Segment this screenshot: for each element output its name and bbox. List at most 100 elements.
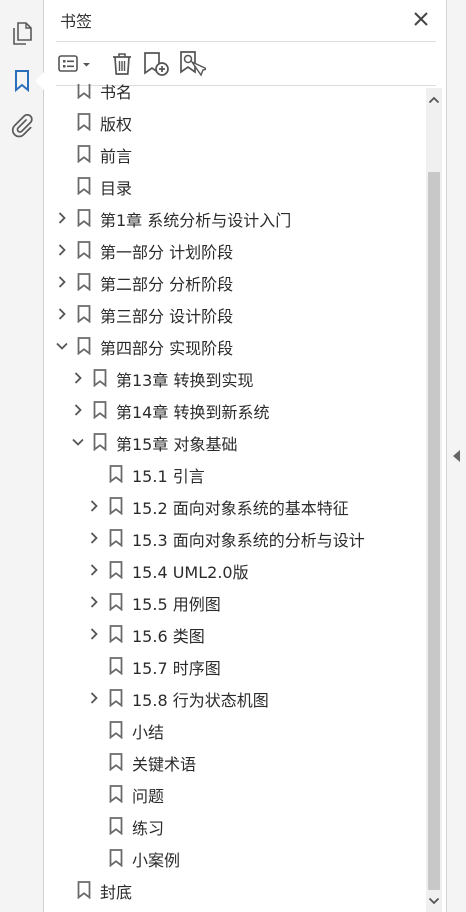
- chevron-right-icon[interactable]: [56, 308, 68, 320]
- bookmark-icon: [109, 497, 123, 515]
- bookmark-label: 关键术语: [132, 755, 197, 774]
- pages-panel-button[interactable]: [7, 19, 37, 49]
- bookmark-label: 第四部分 实现阶段: [100, 339, 234, 358]
- chevron-right-icon[interactable]: [88, 692, 100, 704]
- bookmark-icon: [109, 849, 123, 867]
- options-menu-button[interactable]: [58, 49, 96, 79]
- scrollbar-thumb[interactable]: [428, 172, 440, 890]
- bookmark-item[interactable]: 第1章 系统分析与设计入门: [44, 202, 424, 234]
- bookmark-icon: [109, 625, 123, 643]
- chevron-right-icon[interactable]: [56, 244, 68, 256]
- bookmark-item[interactable]: 15.1 引言: [44, 458, 424, 490]
- bookmark-item[interactable]: 15.5 用例图: [44, 586, 424, 618]
- chevron-right-icon[interactable]: [88, 500, 100, 512]
- bookmark-label: 前言: [100, 147, 133, 166]
- bookmark-icon: [109, 593, 123, 611]
- scroll-up-button[interactable]: [428, 94, 440, 106]
- chevron-right-icon[interactable]: [56, 276, 68, 288]
- bookmark-icon: [93, 401, 107, 419]
- bookmark-icon: [109, 529, 123, 547]
- bookmark-item[interactable]: 15.3 面向对象系统的分析与设计: [44, 522, 424, 554]
- bookmark-label: 小案例: [132, 851, 181, 870]
- chevron-right-icon[interactable]: [72, 404, 84, 416]
- bookmark-item[interactable]: 版权: [44, 106, 424, 138]
- bookmark-from-selection-button[interactable]: [178, 49, 206, 79]
- bookmark-label: 练习: [132, 819, 165, 838]
- active-panel-pointer: [35, 72, 44, 90]
- bookmark-item[interactable]: 15.8 行为状态机图: [44, 682, 424, 714]
- bookmark-item[interactable]: 15.2 面向对象系统的基本特征: [44, 490, 424, 522]
- bookmark-icon: [77, 84, 91, 99]
- bookmark-item[interactable]: 小案例: [44, 842, 424, 874]
- bookmark-icon: [109, 817, 123, 835]
- bookmark-icon: [77, 273, 91, 291]
- bookmark-item[interactable]: 第14章 转换到新系统: [44, 394, 424, 426]
- bookmark-label: 15.3 面向对象系统的分析与设计: [132, 531, 365, 550]
- bookmark-label: 第14章 转换到新系统: [116, 403, 270, 422]
- bookmarks-panel-button[interactable]: [7, 66, 37, 96]
- chevron-down-icon[interactable]: [72, 436, 84, 448]
- bookmark-icon: [77, 209, 91, 227]
- delete-icon: [113, 53, 131, 75]
- bookmark-item[interactable]: 15.7 时序图: [44, 650, 424, 682]
- bookmark-item[interactable]: 书名: [44, 84, 424, 106]
- bookmark-label: 15.6 类图: [132, 627, 205, 646]
- bookmark-icon: [77, 881, 91, 899]
- scroll-down-button[interactable]: [428, 895, 440, 907]
- bookmark-item[interactable]: 15.4 UML2.0版: [44, 554, 424, 586]
- new-bookmark-button[interactable]: [143, 49, 169, 79]
- bookmarks-panel: 书签 书名 版权 前言 目录 第1章 系统分析与设计入门 第一部分 计划阶段 第…: [44, 0, 446, 912]
- bookmark-icon: [109, 721, 123, 739]
- close-panel-button[interactable]: [410, 8, 432, 30]
- bookmark-label: 15.8 行为状态机图: [132, 691, 269, 710]
- bookmark-item[interactable]: 封底: [44, 874, 424, 906]
- pages-icon: [13, 22, 32, 45]
- chevron-right-icon[interactable]: [56, 212, 68, 224]
- chevron-right-icon[interactable]: [88, 532, 100, 544]
- chevron-down-icon[interactable]: [56, 340, 68, 352]
- bookmark-item[interactable]: 第13章 转换到实现: [44, 362, 424, 394]
- bookmark-item[interactable]: 小结: [44, 714, 424, 746]
- bookmark-icon: [93, 369, 107, 387]
- bookmark-item[interactable]: 第一部分 计划阶段: [44, 234, 424, 266]
- bookmark-icon: [93, 433, 107, 451]
- attachments-panel-button[interactable]: [7, 111, 37, 141]
- close-icon: [414, 12, 428, 26]
- panel-title: 书签: [60, 12, 93, 31]
- bookmark-label: 15.1 引言: [132, 467, 205, 486]
- delete-bookmark-button[interactable]: [110, 49, 134, 79]
- attachment-icon: [11, 114, 33, 138]
- bookmark-icon: [77, 113, 91, 131]
- chevron-right-icon[interactable]: [72, 372, 84, 384]
- bookmark-icon: [15, 70, 29, 92]
- bookmark-item[interactable]: 问题: [44, 778, 424, 810]
- bookmark-item[interactable]: 关键术语: [44, 746, 424, 778]
- bookmark-item[interactable]: 第三部分 设计阶段: [44, 298, 424, 330]
- bookmark-icon: [77, 305, 91, 323]
- bookmark-label: 目录: [100, 179, 133, 198]
- chevron-right-icon[interactable]: [88, 628, 100, 640]
- bookmark-icon: [109, 657, 123, 675]
- bookmark-item[interactable]: 练习: [44, 810, 424, 842]
- bookmark-label: 第二部分 分析阶段: [100, 275, 234, 294]
- bookmark-label: 版权: [100, 115, 133, 134]
- bookmark-icon: [109, 785, 123, 803]
- bookmark-item[interactable]: 前言: [44, 138, 424, 170]
- collapse-panel-icon[interactable]: [453, 450, 461, 462]
- bookmark-item[interactable]: 目录: [44, 170, 424, 202]
- bookmark-item[interactable]: 第四部分 实现阶段: [44, 330, 424, 362]
- bookmark-label: 书名: [100, 84, 133, 102]
- bookmark-item[interactable]: 15.6 类图: [44, 618, 424, 650]
- bookmark-icon: [77, 241, 91, 259]
- bookmark-icon: [77, 145, 91, 163]
- navigation-rail: [0, 0, 44, 912]
- bookmark-label: 封底: [100, 883, 133, 902]
- chevron-right-icon[interactable]: [88, 596, 100, 608]
- bookmark-label: 15.2 面向对象系统的基本特征: [132, 499, 349, 518]
- bookmark-item[interactable]: 第二部分 分析阶段: [44, 266, 424, 298]
- bookmark-label: 问题: [132, 787, 165, 806]
- chevron-down-icon: [428, 897, 440, 905]
- bookmark-label: 15.5 用例图: [132, 595, 221, 614]
- bookmark-item[interactable]: 第15章 对象基础: [44, 426, 424, 458]
- chevron-right-icon[interactable]: [88, 564, 100, 576]
